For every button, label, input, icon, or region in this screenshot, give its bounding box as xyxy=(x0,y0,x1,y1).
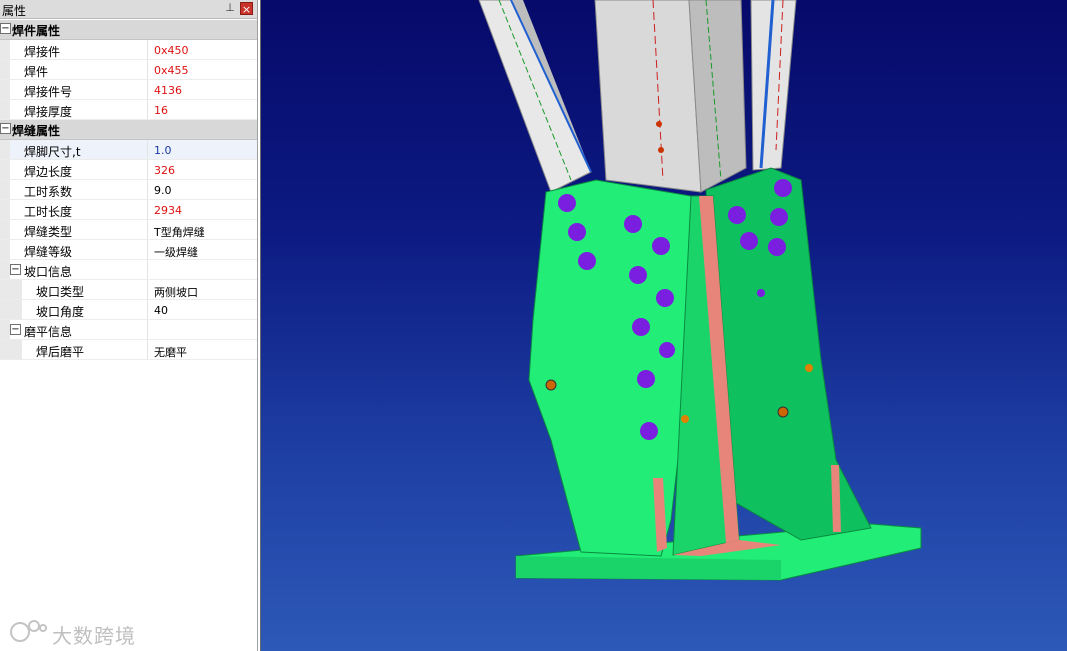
model-viewport[interactable] xyxy=(260,0,1067,651)
property-row[interactable]: 焊脚尺寸,t 1.0 xyxy=(0,140,257,160)
property-value[interactable]: 326 xyxy=(154,164,175,177)
property-row[interactable]: 焊缝等级 一级焊缝 xyxy=(0,240,257,260)
category-weld-properties[interactable]: − 焊缝属性 xyxy=(0,120,257,140)
group-label: 坡口信息 xyxy=(24,265,73,279)
property-value[interactable]: T型角焊缝 xyxy=(154,224,205,240)
gusset-plate-left[interactable] xyxy=(528,179,702,557)
property-value[interactable]: 两侧坡口 xyxy=(154,284,198,300)
bolt xyxy=(629,266,647,284)
bolt xyxy=(768,238,786,256)
property-row[interactable]: 焊件 0x455 xyxy=(0,60,257,80)
bolt xyxy=(757,289,765,297)
property-value[interactable]: 1.0 xyxy=(154,144,172,157)
property-name: 坡口角度 xyxy=(36,305,85,319)
bolt-hole xyxy=(545,379,557,391)
property-row[interactable]: 工时系数 9.0 xyxy=(0,180,257,200)
bolt xyxy=(568,223,586,241)
property-name: 焊接件号 xyxy=(24,85,73,99)
property-row[interactable]: 焊接件 0x450 xyxy=(0,40,257,60)
bolt-hole xyxy=(777,406,789,418)
property-value[interactable]: 9.0 xyxy=(154,184,172,197)
watermark-logo-icon xyxy=(10,620,47,642)
watermark: 大数跨境 xyxy=(8,618,148,648)
watermark-text: 大数跨境 xyxy=(52,624,136,648)
property-name: 工时长度 xyxy=(24,205,73,219)
group-groove-info[interactable]: − 坡口信息 xyxy=(0,260,257,280)
property-row[interactable]: 坡口角度 40 xyxy=(0,300,257,320)
property-value[interactable]: 无磨平 xyxy=(154,344,187,360)
bolt xyxy=(740,232,758,250)
category-label: 焊缝属性 xyxy=(12,124,61,138)
property-name: 焊脚尺寸,t xyxy=(24,145,81,159)
steel-member-vertical[interactable] xyxy=(594,0,747,193)
property-grid: − 焊件属性 焊接件 0x450 焊件 0x455 焊接件号 4136 焊接厚度… xyxy=(0,20,257,360)
column-base-model[interactable] xyxy=(261,0,1067,651)
property-name: 工时系数 xyxy=(24,185,73,199)
property-value[interactable]: 0x455 xyxy=(154,64,189,77)
collapse-icon[interactable]: − xyxy=(0,123,11,134)
property-row[interactable]: 焊接件号 4136 xyxy=(0,80,257,100)
property-value[interactable]: 40 xyxy=(154,304,168,317)
property-name: 焊接厚度 xyxy=(24,105,73,119)
collapse-icon[interactable]: − xyxy=(0,23,11,34)
property-value[interactable]: 一级焊缝 xyxy=(154,244,198,260)
collapse-icon[interactable]: − xyxy=(10,264,21,275)
property-row[interactable]: 工时长度 2934 xyxy=(0,200,257,220)
bolt-hole xyxy=(805,364,813,372)
group-label: 磨平信息 xyxy=(24,325,73,339)
property-name: 焊边长度 xyxy=(24,165,73,179)
property-value[interactable]: 0x450 xyxy=(154,44,189,57)
collapse-icon[interactable]: − xyxy=(10,324,21,335)
property-row[interactable]: 坡口类型 两侧坡口 xyxy=(0,280,257,300)
property-row[interactable]: 焊缝类型 T型角焊缝 xyxy=(0,220,257,240)
pin-icon[interactable]: ⊥ xyxy=(223,1,237,15)
property-name: 焊缝等级 xyxy=(24,245,73,259)
close-icon[interactable]: × xyxy=(240,2,253,16)
properties-panel: 属性 ⊥ × − 焊件属性 焊接件 0x450 焊件 0x455 焊接件号 41… xyxy=(0,0,258,651)
bolt xyxy=(558,194,576,212)
property-name: 焊缝类型 xyxy=(24,225,73,239)
property-name: 焊后磨平 xyxy=(36,345,85,359)
bolt xyxy=(774,179,792,197)
bolt xyxy=(770,208,788,226)
bolt xyxy=(578,252,596,270)
property-row[interactable]: 焊接厚度 16 xyxy=(0,100,257,120)
bolt xyxy=(640,422,658,440)
property-row[interactable]: 焊边长度 326 xyxy=(0,160,257,180)
steel-member-right[interactable] xyxy=(750,0,797,171)
bolt xyxy=(659,342,675,358)
bolt xyxy=(656,289,674,307)
bolt-hole xyxy=(681,415,689,423)
property-value[interactable]: 4136 xyxy=(154,84,182,97)
property-name: 坡口类型 xyxy=(36,285,85,299)
bolt xyxy=(624,215,642,233)
property-name: 焊件 xyxy=(24,65,49,79)
group-grinding-info[interactable]: − 磨平信息 xyxy=(0,320,257,340)
steel-member-diagonal[interactable] xyxy=(478,0,592,193)
category-label: 焊件属性 xyxy=(12,24,61,38)
bolt xyxy=(632,318,650,336)
bolt xyxy=(637,370,655,388)
property-value[interactable]: 16 xyxy=(154,104,168,117)
bolt xyxy=(652,237,670,255)
bolt xyxy=(728,206,746,224)
property-name: 焊接件 xyxy=(24,45,61,59)
panel-titlebar: 属性 ⊥ × xyxy=(0,0,257,19)
property-row[interactable]: 焊后磨平 无磨平 xyxy=(0,340,257,360)
category-weldment-properties[interactable]: − 焊件属性 xyxy=(0,20,257,40)
property-value[interactable]: 2934 xyxy=(154,204,182,217)
panel-title: 属性 xyxy=(2,4,27,18)
